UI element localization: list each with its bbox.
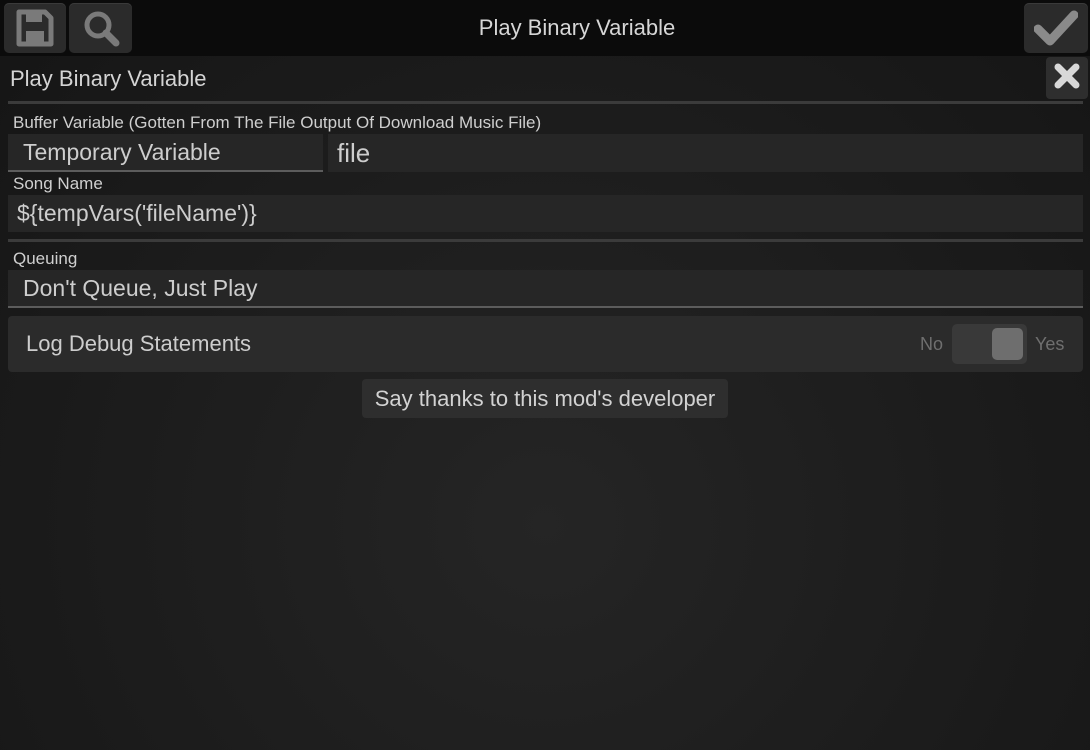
fields-divider: [8, 239, 1083, 242]
close-x-icon: [1052, 61, 1082, 96]
buffer-variable-label: Buffer Variable (Gotten From The File Ou…: [13, 113, 542, 132]
search-button[interactable]: [69, 3, 132, 53]
buffer-variable-type-value: Temporary Variable: [23, 138, 221, 165]
log-debug-row: Log Debug Statements No Yes: [8, 316, 1083, 372]
queuing-select[interactable]: Don't Queue, Just Play: [8, 270, 1083, 308]
log-debug-label: Log Debug Statements: [26, 331, 252, 356]
log-debug-toggle[interactable]: [952, 324, 1027, 364]
close-button[interactable]: [1046, 57, 1088, 99]
say-thanks-button[interactable]: Say thanks to this mod's developer: [362, 379, 728, 418]
checkmark-icon: [1034, 8, 1078, 48]
toggle-no-label: No: [920, 334, 944, 354]
save-button[interactable]: [4, 3, 66, 53]
title-bar: Play Binary Variable: [0, 0, 1090, 56]
buffer-variable-name-value: file: [337, 137, 371, 168]
search-icon: [81, 8, 121, 48]
save-floppy-icon: [15, 8, 55, 48]
queuing-value: Don't Queue, Just Play: [23, 274, 258, 301]
buffer-variable-type-select[interactable]: Temporary Variable: [8, 134, 323, 172]
song-name-value: ${tempVars('fileName')}: [17, 200, 257, 226]
song-name-label: Song Name: [13, 174, 103, 193]
section-title: Play Binary Variable: [10, 66, 207, 91]
song-name-input[interactable]: ${tempVars('fileName')}: [8, 195, 1083, 232]
toggle-yes-label: Yes: [1035, 334, 1065, 354]
confirm-button[interactable]: [1024, 3, 1088, 53]
toggle-knob[interactable]: [992, 328, 1023, 360]
queuing-label: Queuing: [13, 249, 78, 268]
dialog-window: Play Binary Variable Play Binary Variabl…: [0, 0, 1090, 750]
buffer-variable-name-input[interactable]: file: [328, 134, 1083, 172]
section-divider: [8, 101, 1083, 104]
window-title: Play Binary Variable: [478, 15, 676, 40]
